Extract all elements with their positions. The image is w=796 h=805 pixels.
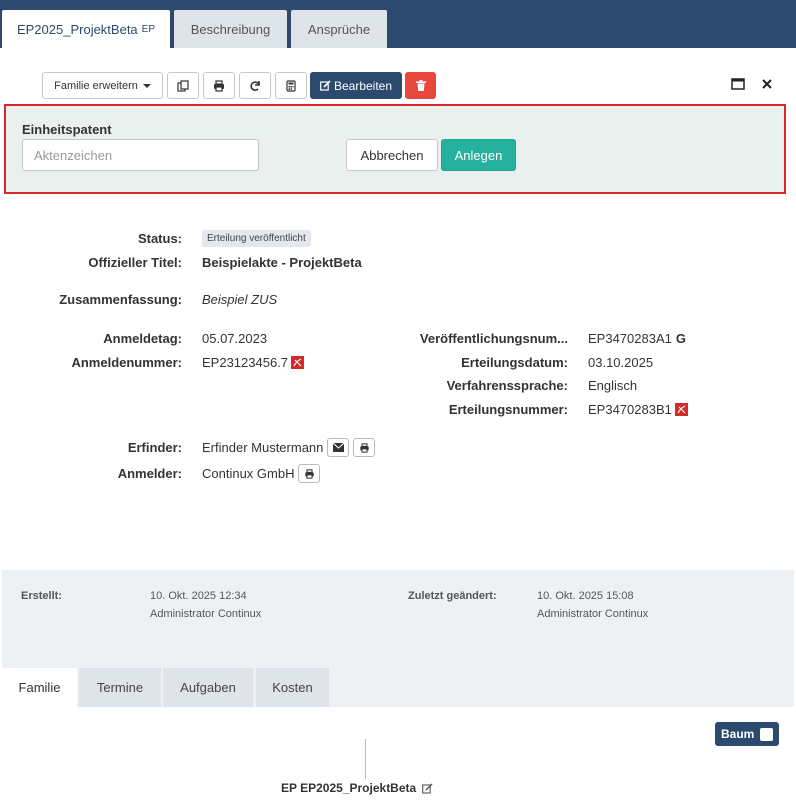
grant-date-value: 03.10.2025 [588, 355, 654, 370]
tab-case-suffix: EP [141, 23, 156, 35]
pdf-icon[interactable] [674, 403, 688, 416]
grant-number-label: Erteilungsnummer: [448, 402, 568, 417]
changed-label: Zuletzt geändert: [408, 590, 497, 602]
pdf-icon[interactable] [291, 356, 305, 369]
toggle-checkbox-icon [760, 727, 774, 741]
tab-tasks-label: Aufgaben [180, 680, 236, 695]
procedure-language-value: Englisch [588, 378, 638, 393]
print-inventor-button[interactable] [353, 438, 376, 457]
publication-number-value: EP3470283A1 G [588, 331, 686, 346]
grant-date-label: Erteilungsdatum: [461, 355, 568, 370]
tree-toggle-button[interactable]: Baum [715, 722, 779, 746]
cancel-label: Abbrechen [360, 147, 424, 163]
create-button[interactable]: Anlegen [441, 139, 516, 171]
applicant-value: Continux GmbH [202, 464, 321, 483]
close-icon[interactable] [759, 76, 775, 92]
created-date: 10. Okt. 2025 12:34 [150, 590, 247, 602]
tab-description[interactable]: Beschreibung [174, 10, 287, 48]
applicant-label: Anmelder: [117, 466, 182, 481]
summary-value: Beispiel ZUS [202, 292, 278, 307]
copy-icon [177, 79, 189, 92]
grant-number-text: EP3470283B1 [588, 402, 672, 417]
family-extend-dropdown[interactable]: Familie erweitern [42, 72, 163, 99]
envelope-icon [332, 443, 344, 452]
tab-deadlines[interactable]: Termine [79, 668, 161, 707]
official-title-label: Offizieller Titel: [88, 255, 182, 270]
changed-date: 10. Okt. 2025 15:08 [537, 590, 634, 602]
tree-toggle-label: Baum [721, 727, 755, 741]
print-icon [213, 79, 225, 92]
file-number-input[interactable] [22, 139, 259, 171]
refresh-button[interactable] [239, 72, 271, 99]
calculator-icon [285, 79, 297, 92]
tab-claims[interactable]: Ansprüche [291, 10, 387, 48]
calculator-button[interactable] [275, 72, 307, 99]
application-number-label: Anmeldenummer: [71, 355, 182, 370]
print-icon [360, 442, 369, 453]
tab-case[interactable]: EP2025_ProjektBeta EP [2, 10, 170, 48]
publication-number-text: EP3470283A1 [588, 331, 672, 346]
inventor-name: Erfinder Mustermann [202, 440, 324, 455]
inventor-value: Erfinder Mustermann [202, 438, 376, 457]
status-badge: Erteilung veröffentlicht [202, 230, 311, 247]
caret-down-icon [142, 83, 151, 88]
publication-number-label: Veröffentlichungsnum... [419, 331, 568, 346]
google-icon[interactable]: G [676, 331, 686, 346]
print-icon [305, 468, 314, 479]
inventor-label: Erfinder: [127, 440, 182, 455]
tab-description-label: Beschreibung [190, 21, 271, 37]
maximize-icon[interactable] [730, 76, 746, 92]
tab-claims-label: Ansprüche [307, 21, 371, 37]
tab-costs-label: Kosten [272, 680, 313, 695]
delete-button[interactable] [405, 72, 436, 99]
summary-label: Zusammenfassung: [59, 292, 182, 307]
created-label: Erstellt: [21, 590, 62, 602]
tab-family-label: Familie [18, 680, 61, 695]
tab-costs[interactable]: Kosten [256, 668, 329, 707]
changed-by: Administrator Continux [537, 608, 649, 620]
edit-button[interactable]: Bearbeiten [310, 72, 402, 99]
trash-icon [415, 80, 426, 91]
tree-connector-line [365, 739, 366, 779]
official-title-value: Beispielakte - ProjektBeta [202, 255, 362, 270]
status-value: Erteilung veröffentlicht [202, 230, 311, 247]
procedure-language-label: Verfahrenssprache: [446, 378, 568, 393]
filing-date-label: Anmeldetag: [103, 331, 182, 346]
application-number-text: EP23123456.7 [202, 355, 289, 370]
grant-number-value: EP3470283B1 [588, 402, 688, 417]
family-extend-label: Familie erweitern [54, 79, 138, 92]
print-button[interactable] [203, 72, 235, 99]
print-applicant-button[interactable] [298, 464, 321, 483]
tab-tasks[interactable]: Aufgaben [163, 668, 253, 707]
edit-icon[interactable] [422, 783, 433, 794]
unitary-patent-label: Einheitspatent [22, 122, 112, 137]
email-inventor-button[interactable] [327, 438, 350, 457]
edit-icon [320, 80, 331, 91]
status-label: Status: [137, 231, 182, 246]
copy-button[interactable] [167, 72, 199, 99]
create-label: Anlegen [454, 147, 503, 163]
refresh-icon [249, 80, 261, 92]
edit-label: Bearbeiten [333, 78, 393, 93]
tree-node-label: EP EP2025_ProjektBeta [281, 781, 417, 795]
tab-family[interactable]: Familie [2, 668, 77, 707]
tab-deadlines-label: Termine [96, 680, 144, 695]
applicant-name: Continux GmbH [202, 466, 295, 481]
cancel-button[interactable]: Abbrechen [346, 139, 438, 171]
created-by: Administrator Continux [150, 608, 262, 620]
application-number-value: EP23123456.7 [202, 355, 305, 370]
record-meta-bar [2, 570, 794, 648]
tab-case-label: EP2025_ProjektBeta [16, 21, 138, 37]
tree-node[interactable]: EP EP2025_ProjektBeta [281, 781, 433, 795]
filing-date-value: 05.07.2023 [202, 331, 268, 346]
